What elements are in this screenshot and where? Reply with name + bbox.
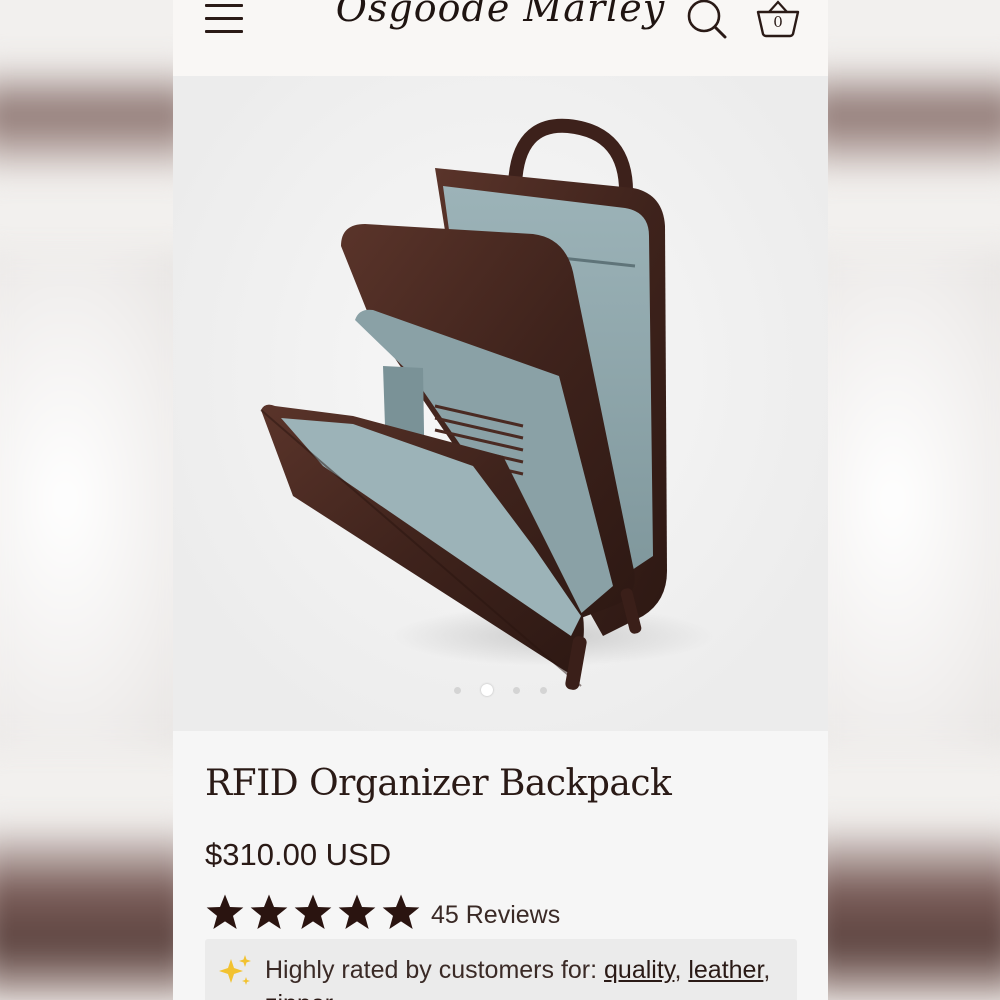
site-header: Osgoode Marley 0 <box>173 0 828 76</box>
highlights-text: Highly rated by customers for: quality, … <box>265 953 785 1000</box>
customer-highlights-box: Highly rated by customers for: quality, … <box>205 939 797 1000</box>
product-image-gallery[interactable] <box>173 76 828 731</box>
reviews-link[interactable]: 45 Reviews <box>431 901 560 930</box>
brand-logo[interactable]: Osgoode Marley <box>323 0 678 30</box>
gallery-pagination <box>173 684 828 696</box>
star-icon <box>206 894 244 929</box>
highlights-separator: , <box>674 956 689 984</box>
highlight-tag-leather[interactable]: leather <box>688 956 763 984</box>
product-info: RFID Organizer Backpack $310.00 USD 45 R… <box>173 731 828 1000</box>
gallery-dot[interactable] <box>540 686 547 694</box>
highlights-separator: , <box>763 956 771 984</box>
highlight-tag-zipper[interactable]: zipper <box>265 990 333 1000</box>
mobile-page: Osgoode Marley 0 RFID Organizer Backpack… <box>173 0 828 1000</box>
highlights-intro: Highly rated by customers for: <box>265 956 605 984</box>
star-rating[interactable] <box>205 892 425 934</box>
star-icon <box>294 894 332 929</box>
gallery-dot[interactable] <box>454 686 461 694</box>
sparkle-icon <box>219 955 251 985</box>
star-icon <box>250 894 288 929</box>
product-price: $310.00 USD <box>205 837 392 872</box>
blurred-backdrop-right <box>828 0 1000 1000</box>
star-icon <box>382 894 420 929</box>
menu-icon[interactable] <box>205 2 243 34</box>
gallery-dot-active[interactable] <box>481 684 493 696</box>
star-icon <box>338 894 376 929</box>
backpack-product-image <box>260 118 713 690</box>
gallery-dot[interactable] <box>513 686 520 694</box>
cart-count-badge: 0 <box>773 13 783 31</box>
product-title: RFID Organizer Backpack <box>205 763 672 804</box>
search-icon[interactable] <box>685 0 727 40</box>
highlight-tag-quality[interactable]: quality <box>604 956 674 984</box>
blurred-backdrop-left <box>0 0 173 1000</box>
